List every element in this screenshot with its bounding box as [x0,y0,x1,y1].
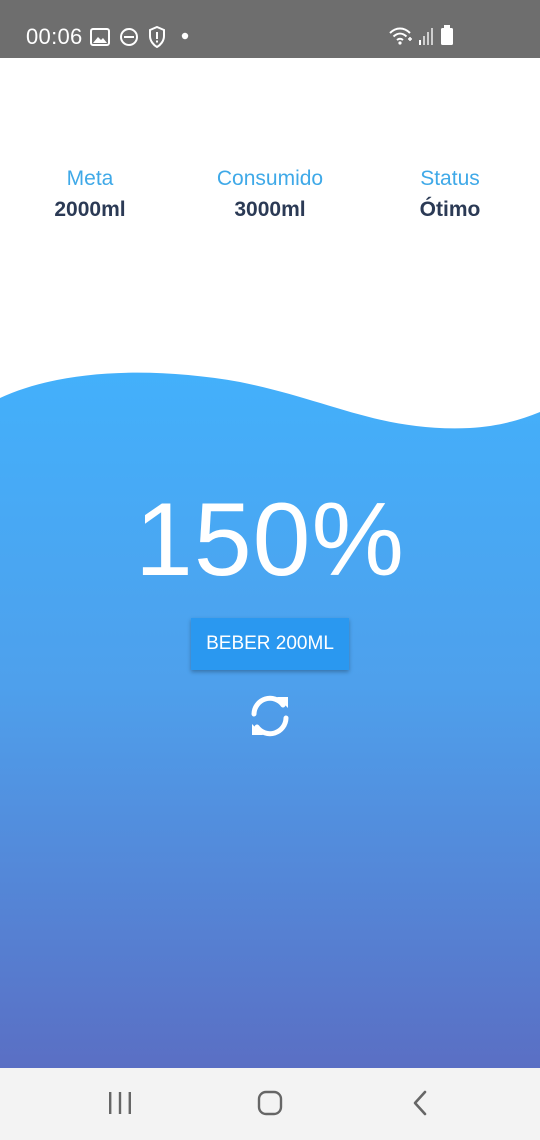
status-bar: 00:06 [0,0,540,58]
stat-consumido: Consumido 3000ml [195,166,345,224]
progress-percent: 150% [135,482,405,598]
stat-status: Status Ótimo [390,166,510,224]
stat-status-value: Ótimo [419,198,481,221]
stat-status-label: Status [420,167,480,190]
shield-icon [149,26,165,48]
do-not-disturb-icon [120,28,138,46]
stat-meta: Meta 2000ml [30,166,150,224]
status-time: 00:06 [26,24,83,49]
wifi-icon [389,27,412,45]
stat-consumido-label: Consumido [216,167,324,190]
drink-button[interactable]: BEBER 200ML [191,618,349,670]
image-icon [90,28,110,46]
dot-icon [181,32,189,40]
home-icon[interactable] [250,1088,290,1120]
recents-icon[interactable] [100,1088,140,1120]
back-icon[interactable] [400,1088,440,1120]
stat-meta-label: Meta [66,167,114,190]
navigation-bar [0,1068,540,1140]
signal-icon [419,28,433,45]
stat-consumido-value: 3000ml [234,198,306,221]
refresh-icon[interactable] [246,692,294,740]
stat-meta-value: 2000ml [54,198,126,221]
battery-icon [441,25,453,45]
